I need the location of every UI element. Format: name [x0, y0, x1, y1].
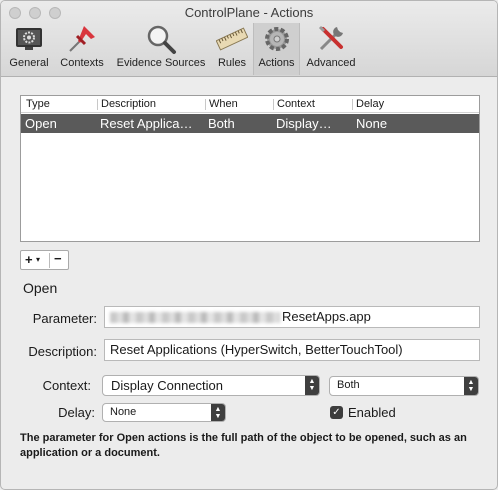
- cell-description: Reset Applica…: [100, 116, 193, 131]
- parameter-value: ResetApps.app: [282, 309, 371, 324]
- column-header-context[interactable]: Context: [277, 98, 315, 110]
- toolbar: ControlPlane - Actions General Contexts: [1, 1, 497, 77]
- table-header: Type Description When Context Delay: [21, 96, 479, 113]
- enabled-checkbox[interactable]: ✓: [330, 406, 343, 419]
- tab-advanced[interactable]: Advanced: [302, 23, 360, 75]
- preferences-window: ControlPlane - Actions General Contexts: [0, 0, 498, 490]
- description-label: Description:: [28, 344, 97, 359]
- tab-contexts[interactable]: Contexts: [56, 23, 108, 75]
- gear-icon: [264, 27, 289, 51]
- window-title: ControlPlane - Actions: [184, 5, 314, 20]
- cell-when: Both: [208, 116, 235, 131]
- tab-advanced-label: Advanced: [306, 57, 356, 69]
- delay-popup[interactable]: None ▲ ▼: [102, 403, 226, 422]
- add-action-button[interactable]: +: [25, 252, 33, 267]
- description-value: Reset Applications (HyperSwitch, BetterT…: [110, 342, 403, 357]
- popup-arrows-icon: ▲ ▼: [305, 376, 319, 395]
- column-divider: [273, 99, 274, 110]
- when-popup-value: Both: [337, 379, 360, 391]
- parameter-label: Parameter:: [32, 311, 97, 326]
- monitor-gear-icon: [16, 28, 42, 50]
- column-header-delay[interactable]: Delay: [356, 98, 384, 110]
- delay-popup-value: None: [110, 406, 137, 418]
- help-text: The parameter for Open actions is the fu…: [20, 432, 467, 459]
- cell-context: Display…: [276, 116, 332, 131]
- description-field[interactable]: Reset Applications (HyperSwitch, BetterT…: [104, 339, 480, 361]
- tab-contexts-label: Contexts: [60, 57, 104, 69]
- tools-icon: [318, 25, 343, 51]
- column-divider: [97, 99, 98, 110]
- column-divider: [205, 99, 206, 110]
- pushpin-icon: [69, 26, 95, 52]
- popup-arrows-icon: ▲ ▼: [211, 404, 225, 421]
- ruler-icon: [216, 27, 248, 51]
- tab-evidence-sources-label: Evidence Sources: [116, 57, 206, 69]
- column-header-when[interactable]: When: [209, 98, 238, 110]
- context-popup-value: Display Connection: [111, 378, 224, 393]
- tab-general-label: General: [9, 57, 49, 69]
- tab-evidence-sources[interactable]: Evidence Sources: [111, 23, 211, 75]
- column-divider: [352, 99, 353, 110]
- tab-rules[interactable]: Rules: [213, 23, 251, 75]
- actions-table[interactable]: Type Description When Context Delay Open…: [20, 95, 480, 242]
- popup-arrows-icon: ▲ ▼: [464, 377, 478, 395]
- column-header-type[interactable]: Type: [26, 98, 50, 110]
- context-popup[interactable]: Display Connection ▲ ▼: [102, 375, 320, 396]
- table-row[interactable]: Open Reset Applica… Both Display… None: [21, 114, 479, 133]
- tab-actions-label: Actions: [258, 57, 295, 69]
- chevron-down-icon[interactable]: ▾: [36, 255, 40, 264]
- tab-rules-label: Rules: [217, 57, 247, 69]
- enabled-label[interactable]: Enabled: [348, 405, 396, 420]
- action-type-heading: Open: [23, 280, 58, 296]
- redacted-path: [110, 312, 280, 324]
- divider: [49, 253, 50, 268]
- column-header-description[interactable]: Description: [101, 98, 156, 110]
- cell-delay: None: [356, 116, 388, 131]
- when-popup[interactable]: Both ▲ ▼: [329, 376, 479, 396]
- delay-label: Delay:: [58, 405, 95, 420]
- add-remove-control: + ▾ −: [20, 250, 69, 270]
- magnifier-icon: [147, 25, 176, 54]
- context-label: Context:: [42, 378, 91, 393]
- cell-type: Open: [25, 116, 57, 131]
- parameter-field[interactable]: ResetApps.app: [104, 306, 480, 328]
- tab-actions[interactable]: Actions: [253, 23, 300, 75]
- tab-general[interactable]: General: [5, 23, 53, 75]
- remove-action-button[interactable]: −: [54, 251, 62, 266]
